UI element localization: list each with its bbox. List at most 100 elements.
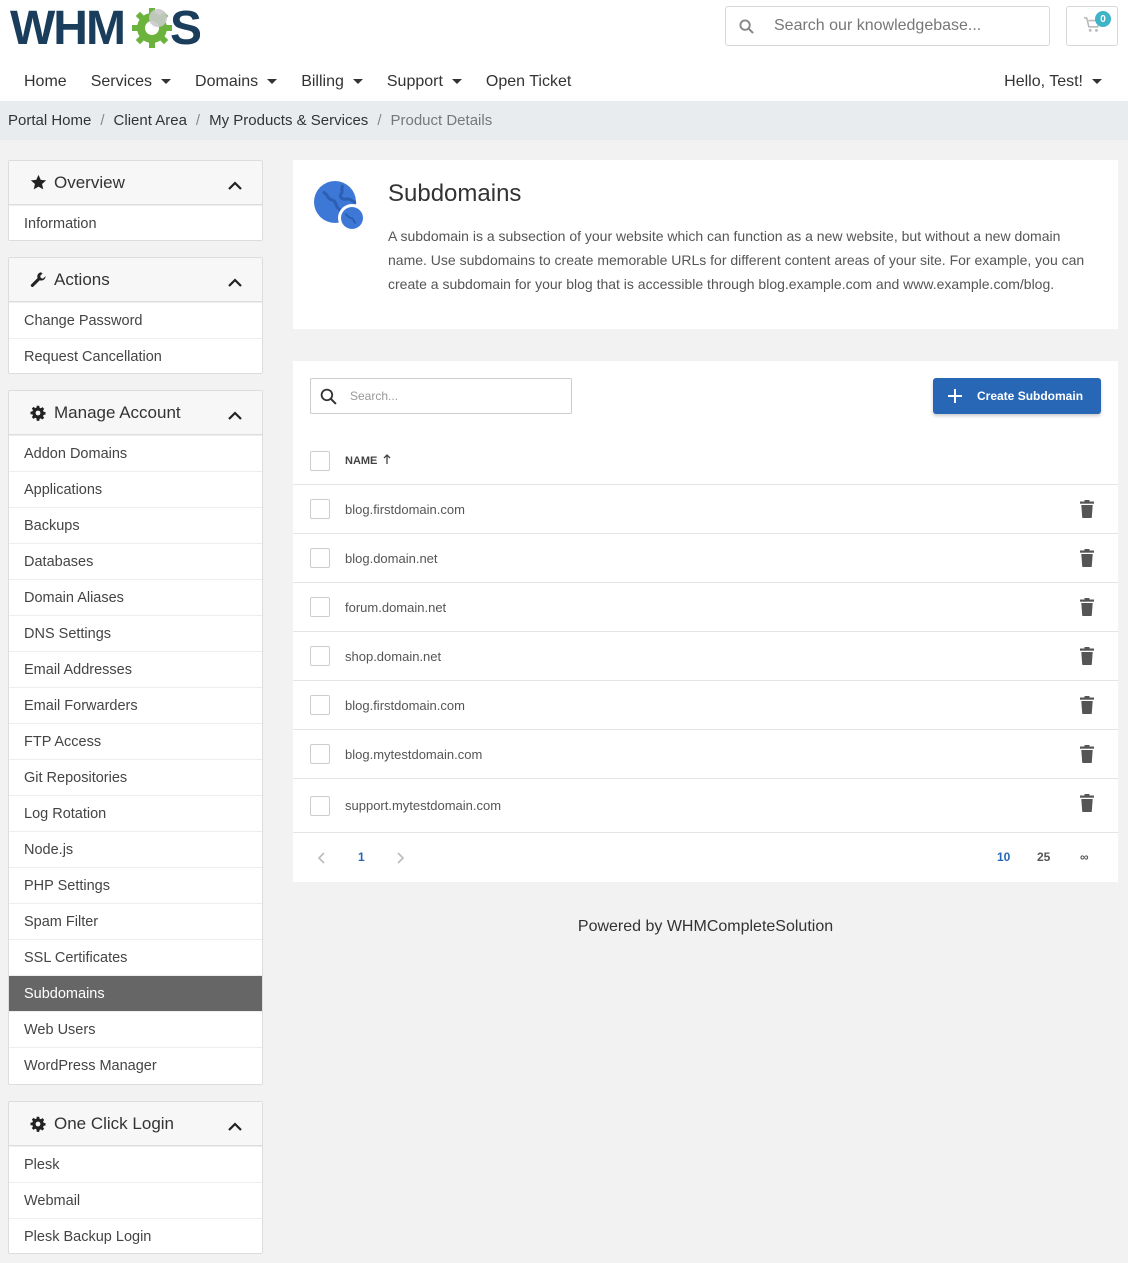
sidebar-item-databases[interactable]: Databases — [9, 543, 262, 579]
whmcs-logo[interactable]: WHM S — [10, 4, 200, 50]
sidebar-item-ssl-certificates[interactable]: SSL Certificates — [9, 939, 262, 975]
per-page-10[interactable]: 10 — [997, 850, 1010, 864]
search-icon — [726, 18, 766, 34]
panel-header-one-click-login[interactable]: One Click Login — [9, 1102, 262, 1146]
sidebar-item-spam-filter[interactable]: Spam Filter — [9, 903, 262, 939]
chevron-up-icon[interactable] — [228, 1117, 242, 1137]
chevron-left-icon[interactable] — [317, 851, 325, 867]
trash-icon[interactable] — [1080, 745, 1094, 766]
sidebar-panel-manage-account: Manage Account Addon Domains Application… — [8, 390, 263, 1085]
sidebar-item-request-cancellation[interactable]: Request Cancellation — [9, 338, 262, 374]
row-checkbox[interactable] — [310, 548, 330, 568]
sidebar-item-git-repositories[interactable]: Git Repositories — [9, 759, 262, 795]
chevron-right-icon[interactable] — [397, 851, 405, 867]
page-number[interactable]: 1 — [358, 850, 365, 864]
gear-icon — [29, 404, 47, 422]
gear-icon — [29, 1115, 47, 1133]
nav-support[interactable]: Support — [375, 73, 474, 91]
create-subdomain-button[interactable]: Create Subdomain — [933, 378, 1101, 414]
globe-icon — [313, 180, 369, 239]
breadcrumb-products-services[interactable]: My Products & Services — [209, 112, 368, 129]
user-menu[interactable]: Hello, Test! — [1004, 73, 1102, 91]
plus-icon — [947, 388, 963, 404]
column-header-name[interactable]: NAME — [345, 453, 391, 468]
knowledgebase-search[interactable] — [725, 6, 1050, 46]
panel-header-overview[interactable]: Overview — [9, 161, 262, 205]
sidebar-item-web-users[interactable]: Web Users — [9, 1011, 262, 1047]
trash-icon[interactable] — [1080, 549, 1094, 570]
sidebar-item-plesk[interactable]: Plesk — [9, 1146, 262, 1182]
nav-open-ticket-label: Open Ticket — [485, 72, 572, 90]
sidebar-item-domain-aliases[interactable]: Domain Aliases — [9, 579, 262, 615]
row-checkbox[interactable] — [310, 795, 330, 816]
sidebar-item-information[interactable]: Information — [9, 205, 262, 241]
sidebar-item-log-rotation[interactable]: Log Rotation — [9, 795, 262, 831]
nav-billing[interactable]: Billing — [289, 73, 375, 91]
subdomain-name: forum.domain.net — [345, 599, 447, 615]
sidebar-item-dns-settings[interactable]: DNS Settings — [9, 615, 262, 651]
subdomain-name: shop.domain.net — [345, 648, 442, 664]
subdomain-name: support.mytestdomain.com — [345, 798, 502, 813]
sort-ascending-icon — [383, 453, 391, 468]
sidebar-item-wordpress-manager[interactable]: WordPress Manager — [9, 1047, 262, 1083]
trash-icon[interactable] — [1080, 794, 1094, 815]
caret-down-icon — [267, 79, 278, 84]
sidebar-item-php-settings[interactable]: PHP Settings — [9, 867, 262, 903]
per-page-25[interactable]: 25 — [1037, 850, 1050, 864]
sidebar-item-nodejs[interactable]: Node.js — [9, 831, 262, 867]
nav-open-ticket[interactable]: Open Ticket — [474, 73, 583, 91]
panel-header-actions[interactable]: Actions — [9, 258, 262, 302]
panel-title: Manage Account — [54, 402, 181, 422]
panel-header-manage-account[interactable]: Manage Account — [9, 391, 262, 435]
sidebar-item-webmail[interactable]: Webmail — [9, 1182, 262, 1218]
sidebar-item-ftp-access[interactable]: FTP Access — [9, 723, 262, 759]
page-title: Subdomains — [388, 180, 522, 207]
table-search[interactable] — [310, 378, 572, 414]
breadcrumb-separator: / — [195, 112, 201, 129]
trash-icon[interactable] — [1080, 500, 1094, 521]
table-row: shop.domain.net — [293, 632, 1118, 681]
sidebar-item-subdomains[interactable]: Subdomains — [9, 975, 262, 1011]
row-checkbox[interactable] — [310, 695, 330, 715]
table-row: forum.domain.net — [293, 583, 1118, 632]
nav-home[interactable]: Home — [0, 73, 79, 91]
cart-button[interactable]: 0 — [1066, 6, 1118, 46]
svg-text:S: S — [170, 4, 200, 50]
row-checkbox[interactable] — [310, 597, 330, 617]
breadcrumb-client-area[interactable]: Client Area — [114, 112, 187, 129]
row-checkbox[interactable] — [310, 499, 330, 519]
sidebar-item-backups[interactable]: Backups — [9, 507, 262, 543]
trash-icon[interactable] — [1080, 696, 1094, 717]
subdomain-name: blog.domain.net — [345, 550, 438, 566]
chevron-up-icon[interactable] — [228, 406, 242, 426]
trash-icon[interactable] — [1080, 647, 1094, 668]
wrench-icon — [29, 271, 47, 289]
sidebar-item-email-addresses[interactable]: Email Addresses — [9, 651, 262, 687]
logo-graphic: WHM S — [10, 4, 200, 50]
nav-services[interactable]: Services — [79, 73, 183, 91]
row-checkbox[interactable] — [310, 646, 330, 666]
sidebar-item-change-password[interactable]: Change Password — [9, 302, 262, 338]
column-name-label: NAME — [345, 454, 378, 467]
sidebar-item-applications[interactable]: Applications — [9, 471, 262, 507]
top-header: WHM S Search our knowledgebase... 0 Home… — [0, 0, 1128, 101]
select-all-checkbox[interactable] — [310, 450, 330, 471]
caret-down-icon — [161, 79, 172, 84]
nav-home-label: Home — [24, 72, 67, 90]
row-checkbox[interactable] — [310, 744, 330, 764]
chevron-up-icon[interactable] — [228, 273, 242, 293]
sidebar-item-addon-domains[interactable]: Addon Domains — [9, 435, 262, 471]
breadcrumb-product-details: Product Details — [390, 112, 493, 129]
chevron-up-icon[interactable] — [228, 176, 242, 196]
sidebar-item-plesk-backup-login[interactable]: Plesk Backup Login — [9, 1218, 262, 1254]
per-page-all[interactable]: ∞ — [1080, 850, 1089, 864]
nav-domains[interactable]: Domains — [183, 73, 289, 91]
knowledgebase-search-input[interactable] — [774, 17, 1034, 35]
sidebar-item-email-forwarders[interactable]: Email Forwarders — [9, 687, 262, 723]
user-greeting: Hello, Test! — [1004, 72, 1083, 90]
trash-icon[interactable] — [1080, 598, 1094, 619]
table-search-input[interactable] — [350, 389, 550, 403]
main-nav: Home Services Domains Billing Support Op… — [0, 62, 1128, 101]
powered-by-footer: Powered by WHMCompleteSolution — [577, 918, 834, 935]
breadcrumb-portal-home[interactable]: Portal Home — [8, 112, 91, 129]
